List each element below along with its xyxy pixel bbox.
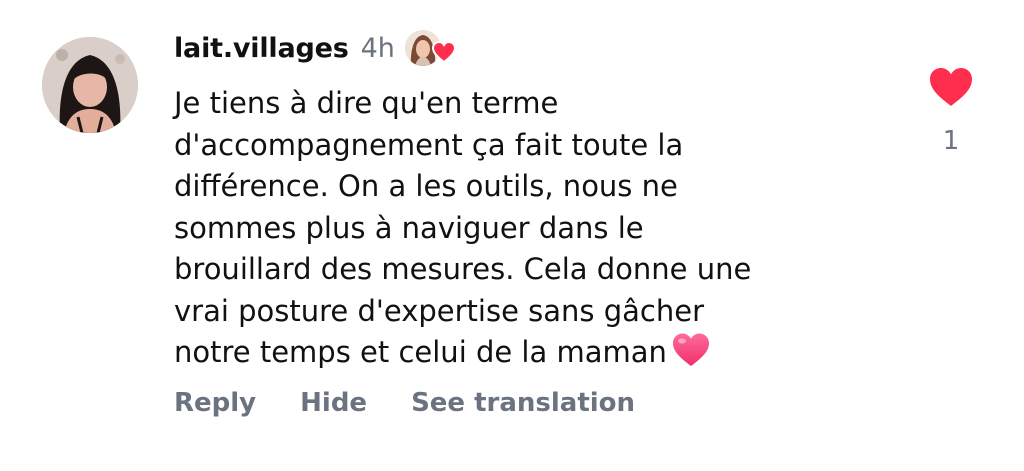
pink-heart-emoji-icon (672, 333, 709, 366)
timestamp: 4h (360, 32, 395, 64)
user-avatar[interactable] (42, 37, 138, 133)
comment-header: lait.villages 4h (174, 26, 459, 70)
creator-liked-heart-icon (431, 40, 456, 64)
comment-actions: Reply Hide See translation (174, 388, 635, 418)
creator-liked-badge (404, 28, 459, 68)
like-column: 1 (926, 66, 976, 156)
comment-text: Je tiens à dire qu'en terme d'accompagne… (174, 83, 814, 374)
comment-body: Je tiens à dire qu'en terme d'accompagne… (174, 86, 752, 369)
heart-icon[interactable] (928, 66, 974, 108)
like-count: 1 (942, 126, 960, 156)
username[interactable]: lait.villages (174, 33, 349, 64)
reply-button[interactable]: Reply (174, 388, 256, 418)
see-translation-button[interactable]: See translation (411, 388, 635, 418)
hide-button[interactable]: Hide (300, 388, 367, 418)
